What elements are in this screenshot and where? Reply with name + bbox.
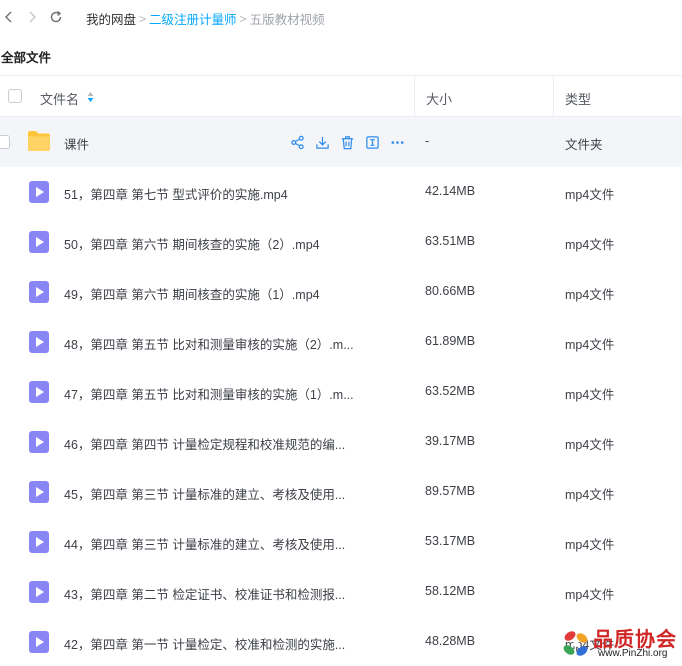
file-rows: 51，第四章 第七节 型式评价的实施.mp4 42.14MB mp4文件 50，… <box>0 167 682 666</box>
breadcrumb-folder[interactable]: 二级注册计量师 <box>149 9 237 28</box>
breadcrumb-current: 五版教材视频 <box>249 13 325 27</box>
file-list: 课件 - 文件夹 51，第四章 第七节 型式评价的实施.mp4 42.14MB … <box>0 117 682 666</box>
file-type: mp4文件 <box>565 488 615 502</box>
delete-icon[interactable] <box>339 134 355 150</box>
top-navigation: 我的网盘 > 二级注册计量师 > 五版教材视频 <box>0 0 682 34</box>
file-size: 58.12MB <box>425 584 476 598</box>
video-file-icon <box>29 381 49 403</box>
folder-icon <box>28 131 50 151</box>
more-icon[interactable] <box>389 134 405 150</box>
file-row[interactable]: 51，第四章 第七节 型式评价的实施.mp4 42.14MB mp4文件 <box>0 167 682 217</box>
column-header-size[interactable]: 大小 <box>426 89 452 108</box>
file-row[interactable]: 49，第四章 第六节 期间核查的实施（1）.mp4 80.66MB mp4文件 <box>0 267 682 317</box>
file-name[interactable]: 42，第四章 第一节 计量检定、校准和检测的实施... <box>64 634 345 653</box>
column-header-name[interactable]: 文件名 <box>40 89 79 108</box>
file-type: 文件夹 <box>565 138 603 152</box>
file-type: mp4文件 <box>565 288 615 302</box>
video-file-icon <box>29 581 49 603</box>
file-row[interactable]: 47，第四章 第五节 比对和测量审核的实施（1）.m... 63.52MB mp… <box>0 367 682 417</box>
page-title: 全部文件 <box>1 51 52 65</box>
video-file-icon <box>29 181 49 203</box>
video-file-icon <box>29 531 49 553</box>
watermark-url: www.PinZhi.org <box>598 648 668 659</box>
back-arrow-icon[interactable] <box>1 9 17 25</box>
watermark: 品质协会 www.PinZhi.org <box>554 620 682 666</box>
file-size: 42.14MB <box>425 184 476 198</box>
file-size: 53.17MB <box>425 534 476 548</box>
breadcrumb: 我的网盘 > 二级注册计量师 > 五版教材视频 <box>86 9 325 28</box>
video-file-icon <box>29 481 49 503</box>
column-divider[interactable] <box>553 76 554 117</box>
folder-name[interactable]: 课件 <box>64 134 89 153</box>
forward-arrow-icon[interactable] <box>24 9 40 25</box>
folder-row[interactable]: 课件 - 文件夹 <box>0 117 682 167</box>
file-name[interactable]: 43，第四章 第二节 检定证书、校准证书和检测报... <box>64 584 345 603</box>
file-type: mp4文件 <box>565 438 615 452</box>
file-type: mp4文件 <box>565 588 615 602</box>
video-file-icon <box>29 631 49 653</box>
file-type: mp4文件 <box>565 188 615 202</box>
file-name[interactable]: 47，第四章 第五节 比对和测量审核的实施（1）.m... <box>64 384 354 403</box>
file-type: mp4文件 <box>565 338 615 352</box>
file-row[interactable]: 50，第四章 第六节 期间核查的实施（2）.mp4 63.51MB mp4文件 <box>0 217 682 267</box>
file-row[interactable]: 43，第四章 第二节 检定证书、校准证书和检测报... 58.12MB mp4文… <box>0 567 682 617</box>
breadcrumb-separator: > <box>139 11 147 26</box>
video-file-icon <box>29 231 49 253</box>
file-size: 89.57MB <box>425 484 476 498</box>
file-size: 63.51MB <box>425 234 476 248</box>
file-name[interactable]: 50，第四章 第六节 期间核查的实施（2）.mp4 <box>64 234 320 253</box>
share-icon[interactable] <box>289 134 305 150</box>
file-name[interactable]: 49，第四章 第六节 期间核查的实施（1）.mp4 <box>64 284 320 303</box>
file-type: mp4文件 <box>565 538 615 552</box>
file-size: 61.89MB <box>425 334 476 348</box>
watermark-logo-icon <box>563 631 588 656</box>
breadcrumb-root[interactable]: 我的网盘 <box>86 9 136 28</box>
file-row[interactable]: 45，第四章 第三节 计量标准的建立、考核及使用... 89.57MB mp4文… <box>0 467 682 517</box>
video-file-icon <box>29 431 49 453</box>
column-divider[interactable] <box>414 76 415 117</box>
file-name[interactable]: 44，第四章 第三节 计量标准的建立、考核及使用... <box>64 534 345 553</box>
file-row[interactable]: 48，第四章 第五节 比对和测量审核的实施（2）.m... 61.89MB mp… <box>0 317 682 367</box>
file-size: 80.66MB <box>425 284 476 298</box>
file-name[interactable]: 48，第四章 第五节 比对和测量审核的实施（2）.m... <box>64 334 354 353</box>
video-file-icon <box>29 281 49 303</box>
column-header-type[interactable]: 类型 <box>565 89 591 108</box>
video-file-icon <box>29 331 49 353</box>
select-all-checkbox[interactable] <box>8 89 22 103</box>
row-actions <box>289 134 405 150</box>
file-name[interactable]: 45，第四章 第三节 计量标准的建立、考核及使用... <box>64 484 345 503</box>
file-row[interactable]: 46，第四章 第四节 计量检定规程和校准规范的编... 39.17MB mp4文… <box>0 417 682 467</box>
rename-icon[interactable] <box>364 134 380 150</box>
refresh-icon[interactable] <box>48 9 64 25</box>
file-size: 39.17MB <box>425 434 476 448</box>
download-icon[interactable] <box>314 134 330 150</box>
file-size: 48.28MB <box>425 634 476 648</box>
breadcrumb-separator: > <box>239 11 247 26</box>
file-size: - <box>425 134 430 148</box>
file-type: mp4文件 <box>565 388 615 402</box>
file-name[interactable]: 51，第四章 第七节 型式评价的实施.mp4 <box>64 184 288 203</box>
file-type: mp4文件 <box>565 238 615 252</box>
sort-icon[interactable] <box>87 91 94 103</box>
row-checkbox[interactable] <box>0 135 10 149</box>
table-header: 文件名 大小 类型 <box>0 75 682 117</box>
file-row[interactable]: 44，第四章 第三节 计量标准的建立、考核及使用... 53.17MB mp4文… <box>0 517 682 567</box>
file-size: 63.52MB <box>425 384 476 398</box>
file-name[interactable]: 46，第四章 第四节 计量检定规程和校准规范的编... <box>64 434 345 453</box>
